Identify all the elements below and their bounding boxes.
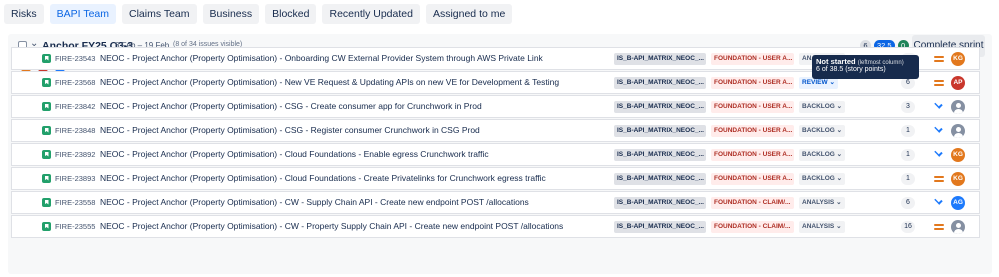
issue-row[interactable]: FIRE-23558 NEOC - Project Anchor (Propert…: [11, 191, 980, 214]
issue-label: IS_B-API_MATRIX_NEOC_...: [614, 173, 706, 185]
chevron-down-icon: ⌄: [836, 199, 842, 206]
story-points-badge: 3: [901, 101, 915, 113]
chevron-down-icon: ⌄: [836, 175, 843, 182]
issue-label: IS_B-API_MATRIX_NEOC_...: [614, 53, 706, 65]
priority-low-icon: [934, 101, 944, 109]
story-points-badge: 1: [901, 149, 915, 161]
issue-label: IS_B-API_MATRIX_NEOC_...: [614, 149, 706, 161]
chevron-down-icon: ⌄: [836, 103, 843, 110]
issue-key[interactable]: FIRE-23543: [55, 54, 95, 63]
unassigned-avatar-icon[interactable]: [951, 100, 965, 114]
issue-label: IS_B-API_MATRIX_NEOC_...: [614, 125, 706, 137]
issue-label: IS_B-API_MATRIX_NEOC_...: [614, 77, 706, 89]
story-icon: [42, 102, 51, 111]
issue-label: IS_B-API_MATRIX_NEOC_...: [614, 197, 706, 209]
issue-key[interactable]: FIRE-23842: [55, 102, 95, 111]
status-dropdown[interactable]: ANALYSIS ⌄: [799, 197, 845, 209]
issue-summary[interactable]: NEOC - Project Anchor (Property Optimisa…: [100, 173, 546, 183]
story-icon: [42, 78, 51, 87]
quick-filters: Risks BAPI Team Claims Team Business Blo…: [4, 4, 513, 24]
chevron-down-icon: ⌄: [829, 79, 835, 86]
story-points-badge: 1: [901, 173, 915, 185]
priority-low-icon: [934, 197, 944, 205]
filter-claims-team[interactable]: Claims Team: [122, 4, 197, 24]
issue-epic[interactable]: FOUNDATION - USER A...: [711, 125, 794, 137]
issue-label: IS_B-API_MATRIX_NEOC_...: [614, 221, 706, 233]
avatar[interactable]: AP: [951, 76, 965, 90]
issue-row[interactable]: FIRE-23848 NEOC - Project Anchor (Propert…: [11, 119, 980, 142]
avatar[interactable]: KG: [951, 148, 965, 162]
unassigned-avatar-icon[interactable]: [951, 124, 965, 138]
issue-row[interactable]: FIRE-23842 NEOC - Project Anchor (Propert…: [11, 95, 980, 118]
issue-epic[interactable]: FOUNDATION - USER A...: [711, 101, 794, 113]
issue-key[interactable]: FIRE-23558: [55, 198, 95, 207]
story-icon: [42, 174, 51, 183]
filter-blocked[interactable]: Blocked: [265, 4, 317, 24]
avatar[interactable]: AG: [951, 196, 965, 210]
issue-summary[interactable]: NEOC - Project Anchor (Property Optimisa…: [100, 125, 480, 135]
issue-row[interactable]: FIRE-23555 NEOC - Project Anchor (Propert…: [11, 215, 980, 238]
issue-epic[interactable]: FOUNDATION - CLAIM/...: [711, 221, 794, 233]
tooltip-title: Not started (leftmost column): [816, 57, 904, 66]
status-dropdown[interactable]: BACKLOG ⌄: [799, 173, 846, 185]
issue-summary[interactable]: NEOC - Project Anchor (Property Optimisa…: [100, 77, 559, 87]
issue-row[interactable]: FIRE-23893 NEOC - Project Anchor (Propert…: [11, 167, 980, 190]
issue-summary[interactable]: NEOC - Project Anchor (Property Optimisa…: [100, 197, 529, 207]
issue-row[interactable]: FIRE-23892 NEOC - Project Anchor (Propert…: [11, 143, 980, 166]
priority-medium-icon: [934, 79, 944, 87]
points-tooltip: Not started (leftmost column) 6 of 38.5 …: [812, 55, 919, 79]
issue-epic[interactable]: FOUNDATION - USER A...: [711, 173, 794, 185]
priority-low-icon: [934, 125, 944, 133]
story-points-badge: 6: [901, 197, 915, 209]
story-icon: [42, 198, 51, 207]
priority-medium-icon: [934, 55, 944, 63]
issue-key[interactable]: FIRE-23893: [55, 174, 95, 183]
issue-epic[interactable]: FOUNDATION - USER A...: [711, 149, 794, 161]
issue-key[interactable]: FIRE-23892: [55, 150, 95, 159]
issue-label: IS_B-API_MATRIX_NEOC_...: [614, 101, 706, 113]
priority-medium-icon: [934, 223, 944, 231]
status-dropdown[interactable]: BACKLOG ⌄: [799, 125, 846, 137]
issue-key[interactable]: FIRE-23848: [55, 126, 95, 135]
issue-key[interactable]: FIRE-23555: [55, 222, 95, 231]
story-icon: [42, 54, 51, 63]
story-points-badge: 16: [901, 221, 915, 233]
avatar[interactable]: KG: [951, 172, 965, 186]
issue-summary[interactable]: NEOC - Project Anchor (Property Optimisa…: [100, 221, 563, 231]
filter-bapi-team[interactable]: BAPI Team: [49, 4, 117, 24]
unassigned-avatar-icon[interactable]: [951, 220, 965, 234]
chevron-down-icon: ⌄: [836, 223, 842, 230]
story-points-badge: 1: [901, 125, 915, 137]
filter-risks[interactable]: Risks: [4, 4, 44, 24]
issue-summary[interactable]: NEOC - Project Anchor (Property Optimisa…: [100, 53, 543, 63]
tooltip-body: 6 of 38.5 (story points): [816, 66, 886, 73]
story-icon: [42, 126, 51, 135]
priority-medium-icon: [934, 175, 944, 183]
story-icon: [42, 150, 51, 159]
status-dropdown[interactable]: ANALYSIS ⌄: [799, 221, 845, 233]
issue-epic[interactable]: FOUNDATION - USER A...: [711, 53, 794, 65]
issue-summary[interactable]: NEOC - Project Anchor (Property Optimisa…: [100, 149, 489, 159]
avatar[interactable]: KG: [951, 52, 965, 66]
status-dropdown[interactable]: BACKLOG ⌄: [799, 149, 846, 161]
issue-epic[interactable]: FOUNDATION - CLAIM/...: [711, 197, 794, 209]
chevron-down-icon: ⌄: [836, 151, 843, 158]
story-icon: [42, 222, 51, 231]
issue-epic[interactable]: FOUNDATION - USER A...: [711, 77, 794, 89]
issue-key[interactable]: FIRE-23568: [55, 78, 95, 87]
priority-low-icon: [934, 149, 944, 157]
status-dropdown[interactable]: BACKLOG ⌄: [799, 101, 846, 113]
chevron-down-icon: ⌄: [836, 127, 843, 134]
issue-summary[interactable]: NEOC - Project Anchor (Property Optimisa…: [100, 101, 482, 111]
filter-recently-updated[interactable]: Recently Updated: [322, 4, 420, 24]
filter-business[interactable]: Business: [202, 4, 260, 24]
filter-assigned-to-me[interactable]: Assigned to me: [425, 4, 513, 24]
